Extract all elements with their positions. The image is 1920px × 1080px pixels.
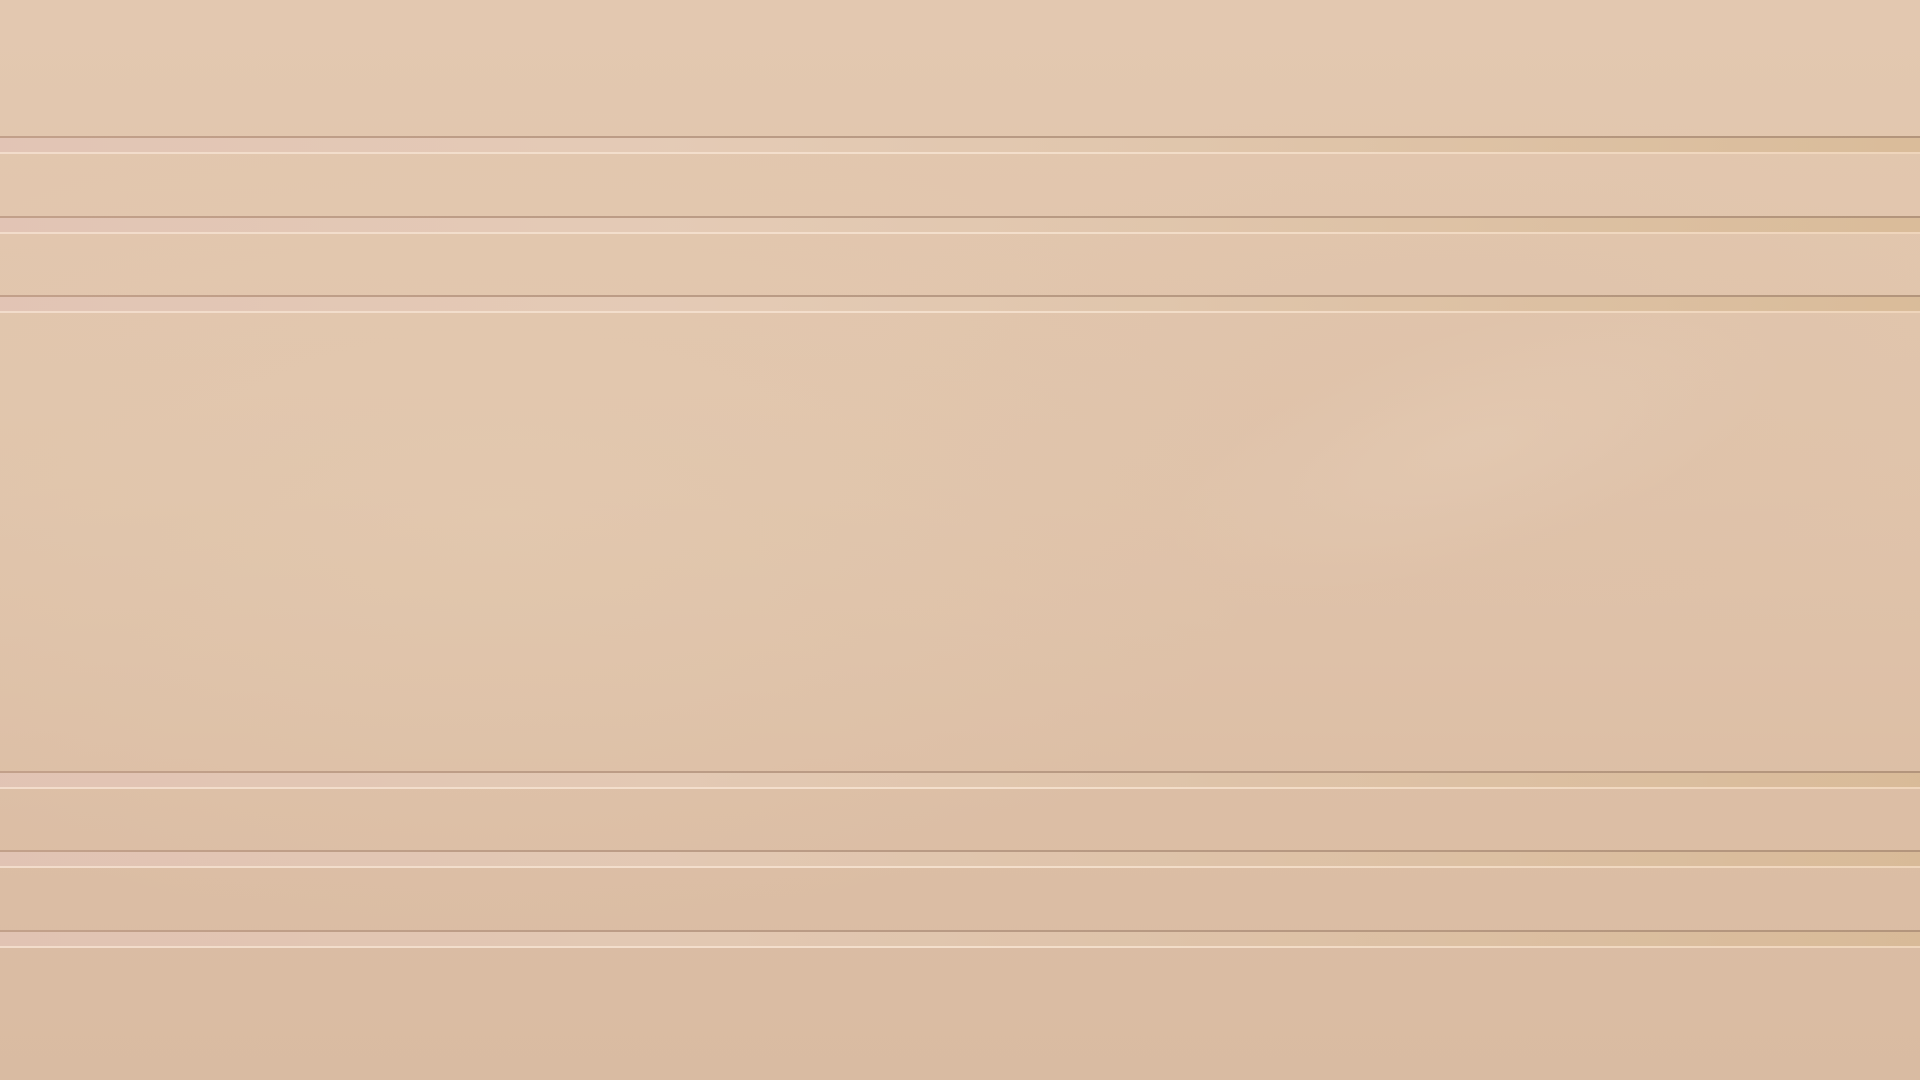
wallpaper-stripe <box>0 216 1920 234</box>
wallpaper-stripe <box>0 771 1920 789</box>
desktop-wallpaper <box>0 0 1920 1080</box>
wallpaper-stripe <box>0 295 1920 313</box>
wallpaper-stripe <box>0 930 1920 948</box>
wallpaper-stripe <box>0 136 1920 154</box>
wallpaper-stripe <box>0 850 1920 868</box>
